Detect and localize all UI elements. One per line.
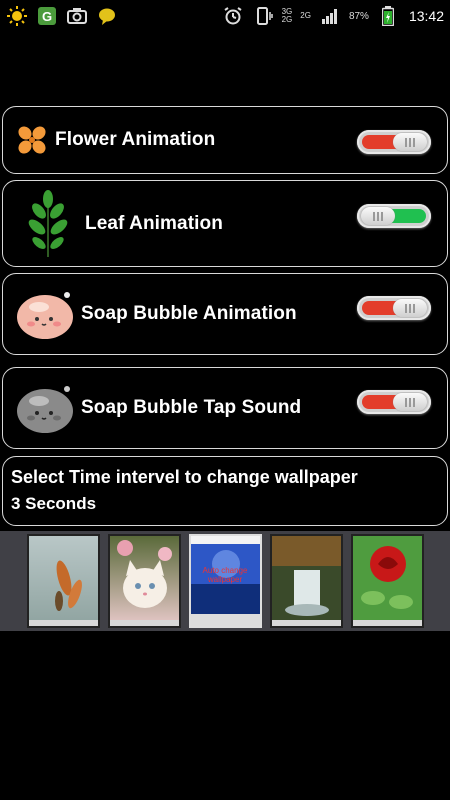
- time-interval-setting[interactable]: Select Time intervel to change wallpaper…: [2, 456, 448, 526]
- soap-bubble-tap-sound-toggle[interactable]: [357, 390, 431, 414]
- battery-icon: [377, 5, 399, 27]
- waterfall-wallpaper-thumbnail[interactable]: [270, 534, 343, 628]
- leaf-animation-label: Leaf Animation: [85, 212, 223, 234]
- flower-animation-toggle[interactable]: [357, 130, 431, 154]
- soap-bubble-tap-sound-label: Soap Bubble Tap Sound: [81, 397, 302, 418]
- system-status: 3G 2G 2G 87% 13:42: [222, 5, 444, 27]
- sun-icon: [6, 5, 28, 27]
- toggle-knob: [361, 207, 395, 225]
- leaf-animation-toggle[interactable]: [357, 204, 431, 228]
- gray-bubble-icon: [15, 381, 75, 435]
- leaf-animation-setting[interactable]: Leaf Animation: [2, 180, 448, 267]
- soap-bubble-tap-sound-setting[interactable]: Soap Bubble Tap Sound: [2, 367, 448, 449]
- clock: 13:42: [408, 8, 444, 24]
- flower-animation-setting[interactable]: Flower Animation: [2, 106, 448, 174]
- leaf-icon: [25, 189, 71, 259]
- toggle-knob: [393, 393, 427, 411]
- toggle-knob: [393, 299, 427, 317]
- alarm-icon: [222, 5, 244, 27]
- time-interval-title: Select Time intervel to change wallpaper: [11, 467, 358, 487]
- network-2g-label: 2G: [281, 15, 293, 24]
- flower-icon: [15, 123, 49, 157]
- wallpaper-gallery: Auto change wallpaper: [0, 531, 450, 631]
- status-bar: G 3G 2G 2G 87% 13:42: [0, 0, 450, 32]
- svg-text:G: G: [42, 9, 52, 24]
- toggle-knob: [393, 133, 427, 151]
- soap-bubble-animation-toggle[interactable]: [357, 296, 431, 320]
- battery-percent: 87%: [348, 10, 369, 22]
- blue-scenery-wallpaper-thumbnail[interactable]: Auto change wallpaper: [189, 534, 262, 628]
- soap-bubble-animation-label: Soap Bubble Animation: [81, 303, 297, 324]
- wallpaper-caption: Auto change wallpaper: [202, 566, 248, 584]
- soap-bubble-animation-setting[interactable]: Soap Bubble Animation: [2, 273, 448, 355]
- notification-icons: G: [6, 5, 118, 27]
- vibrate-icon: [252, 5, 274, 27]
- pink-bubble-icon: [15, 287, 75, 341]
- chat-bubble-icon: [96, 5, 118, 27]
- network-type-indicator: 3G 2G: [282, 8, 293, 24]
- kitten-wallpaper-thumbnail[interactable]: [108, 534, 181, 628]
- time-interval-value: 3 Seconds: [11, 494, 97, 513]
- red-rose-wallpaper-thumbnail[interactable]: [351, 534, 424, 628]
- app-g-icon: G: [36, 5, 58, 27]
- network-2g-small-label: 2G: [300, 11, 311, 20]
- camera-icon: [66, 5, 88, 27]
- signal-icon: [319, 5, 341, 27]
- flower-animation-label: Flower Animation: [55, 129, 216, 150]
- koi-fish-wallpaper-thumbnail[interactable]: [27, 534, 100, 628]
